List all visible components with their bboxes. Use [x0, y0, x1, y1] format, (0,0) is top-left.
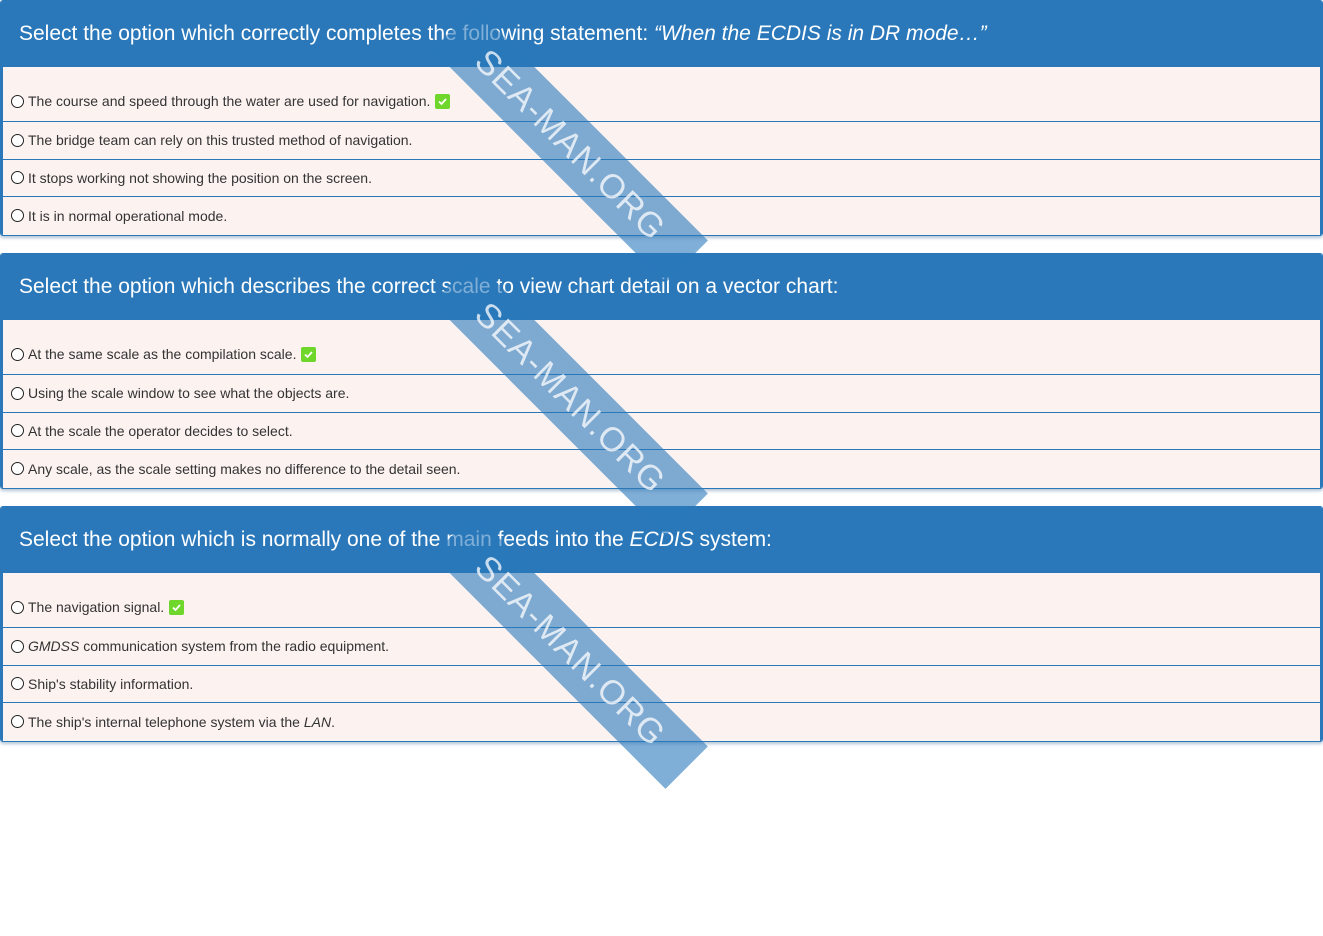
- answer-option-3-1[interactable]: The navigation signal.: [3, 573, 1320, 628]
- answer-option-3-2[interactable]: GMDSS communication system from the radi…: [3, 628, 1320, 666]
- answer-option-1-2[interactable]: The bridge team can rely on this trusted…: [3, 122, 1320, 160]
- question-card-1: Select the option which correctly comple…: [0, 0, 1323, 236]
- question-3-prompt-tail: system:: [693, 528, 772, 551]
- answer-text: It is in normal operational mode.: [28, 207, 228, 224]
- checkmark-icon: [169, 599, 185, 615]
- answer-list-1: The course and speed through the water a…: [1, 67, 1322, 235]
- answer-text: The navigation signal.: [28, 599, 165, 615]
- radio-button-icon[interactable]: [11, 347, 24, 361]
- answer-option-1-3[interactable]: It stops working not showing the positio…: [3, 160, 1320, 197]
- question-3-prompt: Select the option which is normally one …: [1, 507, 1322, 573]
- question-1-prompt: Select the option which correctly comple…: [1, 1, 1322, 67]
- radio-button-icon[interactable]: [11, 600, 24, 614]
- question-2-prompt: Select the option which describes the co…: [1, 254, 1322, 320]
- answer-text: It stops working not showing the positio…: [28, 169, 372, 186]
- radio-button-icon[interactable]: [11, 424, 24, 438]
- answer-option-2-1[interactable]: At the same scale as the compilation sca…: [3, 320, 1320, 375]
- radio-button-icon[interactable]: [11, 386, 24, 400]
- answer-text: The course and speed through the water a…: [28, 93, 431, 109]
- answer-option-2-2[interactable]: Using the scale window to see what the o…: [3, 375, 1320, 413]
- answer-text-italic: LAN: [303, 713, 332, 730]
- answer-option-1-4[interactable]: It is in normal operational mode.: [3, 197, 1320, 235]
- answer-text: The bridge team can rely on this trusted…: [28, 132, 413, 149]
- answer-text: communication system from the radio equi…: [79, 638, 390, 655]
- checkmark-icon: [301, 346, 317, 362]
- answer-option-3-3[interactable]: Ship's stability information.: [3, 666, 1320, 703]
- answer-list-3: The navigation signal. GMDSS communicati…: [1, 573, 1322, 741]
- radio-button-icon[interactable]: [11, 133, 24, 147]
- answer-text: At the scale the operator decides to sel…: [28, 422, 293, 439]
- answer-text-italic: GMDSS: [28, 638, 80, 655]
- question-card-2: Select the option which describes the co…: [0, 253, 1323, 489]
- answer-option-1-1[interactable]: The course and speed through the water a…: [3, 67, 1320, 122]
- answer-text: Using the scale window to see what the o…: [28, 385, 350, 402]
- checkmark-icon: [435, 93, 451, 109]
- radio-button-icon[interactable]: [11, 677, 24, 691]
- radio-button-icon[interactable]: [11, 462, 24, 476]
- answer-text: At the same scale as the compilation sca…: [28, 346, 297, 362]
- answer-text-suffix: .: [331, 713, 335, 730]
- question-2-prompt-text: Select the option which describes the co…: [19, 275, 839, 298]
- radio-button-icon[interactable]: [11, 639, 24, 653]
- answer-option-3-4[interactable]: The ship's internal telephone system via…: [3, 703, 1320, 741]
- answer-option-2-3[interactable]: At the scale the operator decides to sel…: [3, 413, 1320, 450]
- answer-text: The ship's internal telephone system via…: [28, 713, 304, 730]
- radio-button-icon[interactable]: [11, 209, 24, 223]
- radio-button-icon[interactable]: [11, 171, 24, 185]
- question-3-prompt-text: Select the option which is normally one …: [19, 528, 630, 551]
- radio-button-icon[interactable]: [11, 715, 24, 729]
- radio-button-icon[interactable]: [11, 94, 24, 108]
- question-1-prompt-text: Select the option which correctly comple…: [19, 22, 654, 45]
- question-card-3: Select the option which is normally one …: [0, 506, 1323, 742]
- question-1-prompt-italic: “When the ECDIS is in DR mode…”: [653, 22, 987, 45]
- answer-text: Any scale, as the scale setting makes no…: [28, 460, 461, 477]
- answer-option-2-4[interactable]: Any scale, as the scale setting makes no…: [3, 450, 1320, 488]
- quiz-page: Select the option which correctly comple…: [0, 0, 1323, 936]
- answer-text: Ship's stability information.: [28, 675, 194, 692]
- answer-list-2: At the same scale as the compilation sca…: [1, 320, 1322, 488]
- question-3-prompt-italic: ECDIS: [629, 528, 694, 551]
